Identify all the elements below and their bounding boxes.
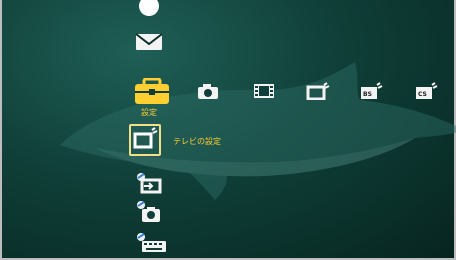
- toolbox-icon[interactable]: [131, 78, 173, 106]
- bs-text: BS: [363, 91, 372, 98]
- settings-category-label: 設定: [141, 108, 157, 117]
- film-icon[interactable]: [252, 82, 276, 100]
- cs-icon[interactable]: CS: [414, 82, 438, 100]
- cs-text: CS: [418, 91, 427, 98]
- tv-settings-item[interactable]: [129, 124, 161, 156]
- envelope-icon[interactable]: [135, 32, 163, 52]
- tv-settings-label: テレビの設定: [173, 137, 221, 146]
- camera-settings-icon[interactable]: [134, 200, 164, 224]
- input-settings-icon[interactable]: [134, 172, 164, 194]
- bs-icon[interactable]: BS: [359, 82, 383, 100]
- keyboard-settings-icon[interactable]: [134, 232, 168, 254]
- tv-settings-icon: [133, 127, 158, 149]
- tv-broadcast-icon[interactable]: [306, 82, 330, 100]
- scroll-up-indicator[interactable]: [138, 0, 160, 18]
- camera-icon[interactable]: [196, 82, 220, 100]
- dolphin-background: [60, 62, 456, 200]
